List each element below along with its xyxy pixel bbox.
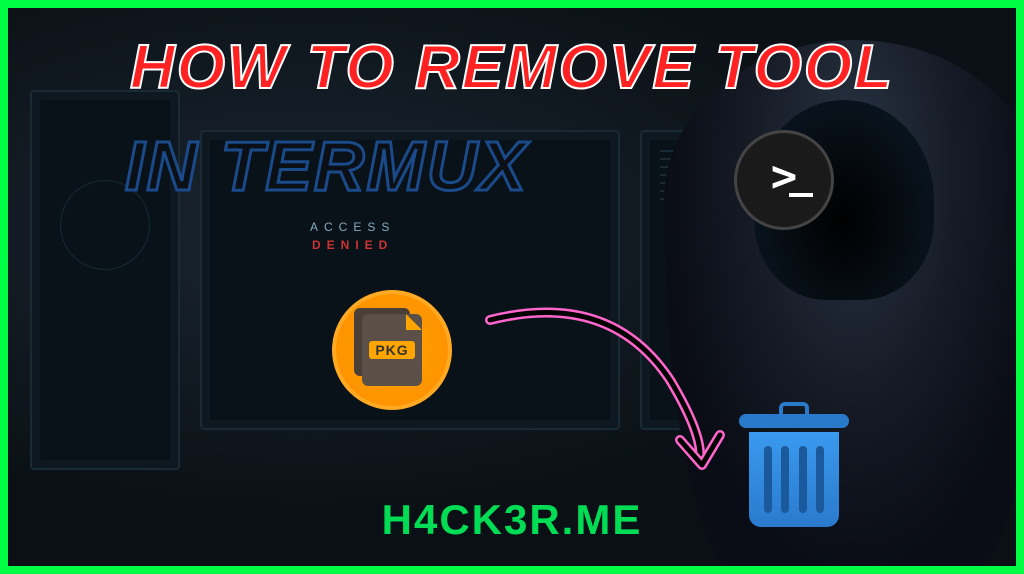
denied-label: DENIED: [310, 238, 395, 252]
trash-handle: [779, 402, 809, 414]
trash-body: [749, 432, 839, 527]
title-line-2: IN TERMUX: [125, 126, 528, 206]
arrow-icon: [470, 300, 730, 480]
access-label: ACCESS: [310, 220, 395, 234]
pkg-icon: PKG: [332, 290, 452, 410]
access-denied-text: ACCESS DENIED: [310, 220, 395, 252]
terminal-cursor-icon: [789, 193, 813, 197]
trash-lid: [739, 414, 849, 428]
trash-icon: [739, 414, 849, 534]
pkg-file-icon: PKG: [362, 314, 422, 386]
title-line-1: HOW TO REMOVE TOOL: [130, 32, 894, 103]
watermark-text: H4CK3R.ME: [382, 496, 643, 544]
terminal-icon: >: [734, 130, 834, 230]
pkg-label: PKG: [369, 341, 414, 359]
keyboard-graphic: [120, 526, 420, 566]
